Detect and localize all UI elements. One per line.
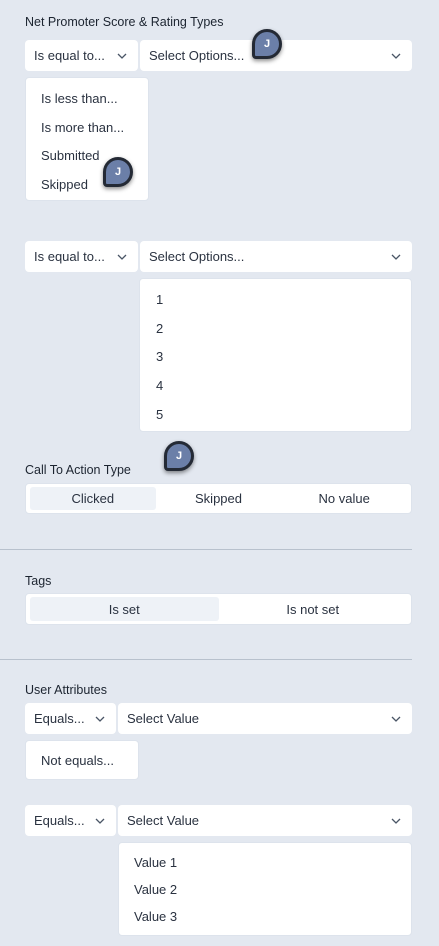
menu-item-option-3[interactable]: 3 xyxy=(156,349,163,364)
tags-option-is-set[interactable]: Is set xyxy=(30,597,219,621)
ua-operator-value-1: Equals... xyxy=(34,711,85,726)
menu-item-value-3[interactable]: Value 3 xyxy=(134,909,177,924)
ua-operator-menu: Not equals... xyxy=(25,740,139,780)
collaborator-cursor-avatar: J xyxy=(252,29,282,59)
nps-options-menu: 1 2 3 4 5 xyxy=(139,278,412,432)
menu-item-value-2[interactable]: Value 2 xyxy=(134,882,177,897)
menu-item-not-equals[interactable]: Not equals... xyxy=(41,753,114,768)
ua-value-placeholder-1: Select Value xyxy=(127,711,200,726)
collaborator-cursor-avatar: J xyxy=(103,157,133,187)
section-divider xyxy=(0,659,412,660)
chevron-down-icon xyxy=(116,251,128,263)
chevron-down-icon xyxy=(390,251,402,263)
menu-item-more-than[interactable]: Is more than... xyxy=(41,120,124,135)
collaborator-cursor-avatar: J xyxy=(164,441,194,471)
nps-operator-menu: Is less than... Is more than... Submitte… xyxy=(25,77,149,201)
chevron-down-icon xyxy=(94,713,106,725)
chevron-down-icon xyxy=(94,815,106,827)
nps-operator-select-2[interactable]: Is equal to... xyxy=(25,241,138,272)
cta-option-skipped[interactable]: Skipped xyxy=(156,487,282,510)
menu-item-option-2[interactable]: 2 xyxy=(156,321,163,336)
chevron-down-icon xyxy=(116,50,128,62)
nps-operator-value-1: Is equal to... xyxy=(34,48,105,63)
section-divider xyxy=(0,549,412,550)
menu-item-submitted[interactable]: Submitted xyxy=(41,148,100,163)
ua-value-menu: Value 1 Value 2 Value 3 xyxy=(118,842,412,936)
chevron-down-icon xyxy=(390,713,402,725)
ua-operator-select-1[interactable]: Equals... xyxy=(25,703,116,734)
nps-options-select-2[interactable]: Select Options... xyxy=(140,241,412,272)
chevron-down-icon xyxy=(390,50,402,62)
nps-options-placeholder-2: Select Options... xyxy=(149,249,245,264)
ua-operator-value-2: Equals... xyxy=(34,813,85,828)
menu-item-option-1[interactable]: 1 xyxy=(156,292,163,307)
nps-operator-select-1[interactable]: Is equal to... xyxy=(25,40,138,71)
nps-section-title: Net Promoter Score & Rating Types xyxy=(25,15,224,29)
cta-option-clicked[interactable]: Clicked xyxy=(30,487,156,510)
cta-section-title: Call To Action Type xyxy=(25,463,131,477)
menu-item-less-than[interactable]: Is less than... xyxy=(41,91,118,106)
tags-segmented-control: Is set Is not set xyxy=(25,593,412,625)
ua-value-select-1[interactable]: Select Value xyxy=(118,703,412,734)
ua-value-select-2[interactable]: Select Value xyxy=(118,805,412,836)
menu-item-value-1[interactable]: Value 1 xyxy=(134,855,177,870)
cta-option-no-value[interactable]: No value xyxy=(281,487,407,510)
cta-segmented-control: Clicked Skipped No value xyxy=(25,483,412,514)
menu-item-option-5[interactable]: 5 xyxy=(156,407,163,422)
ua-operator-select-2[interactable]: Equals... xyxy=(25,805,116,836)
ua-value-placeholder-2: Select Value xyxy=(127,813,200,828)
menu-item-option-4[interactable]: 4 xyxy=(156,378,163,393)
menu-item-skipped[interactable]: Skipped xyxy=(41,177,88,192)
user-attributes-section-title: User Attributes xyxy=(25,683,107,697)
nps-operator-value-2: Is equal to... xyxy=(34,249,105,264)
tags-option-is-not-set[interactable]: Is not set xyxy=(219,597,408,621)
chevron-down-icon xyxy=(390,815,402,827)
tags-section-title: Tags xyxy=(25,574,52,588)
nps-options-placeholder-1: Select Options... xyxy=(149,48,245,63)
